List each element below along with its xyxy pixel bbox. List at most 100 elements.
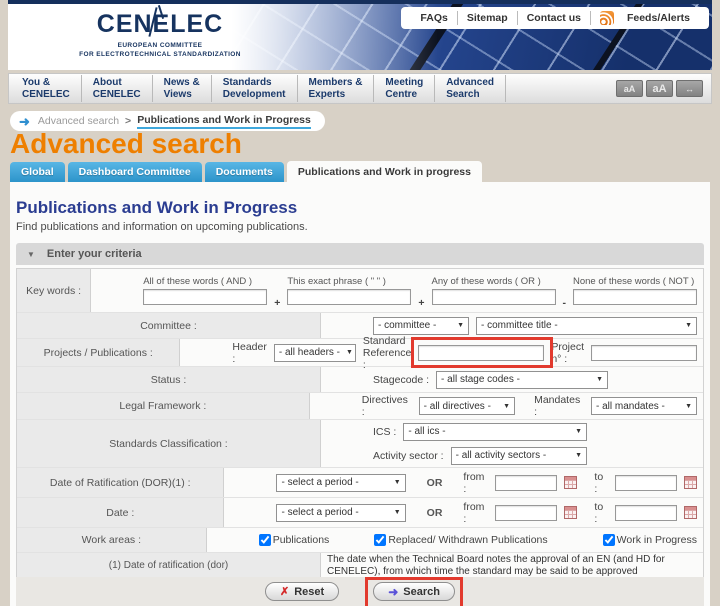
- chevron-down-icon: ▼: [685, 402, 692, 410]
- legal-framework-label: Legal Framework :: [17, 393, 310, 419]
- contact-us-link[interactable]: Contact us: [518, 12, 590, 24]
- tab-documents[interactable]: Documents: [204, 162, 284, 182]
- chevron-down-icon: ▼: [575, 428, 582, 435]
- work-area-replaced-withdrawn: Replaced/ Withdrawn Publications: [374, 534, 548, 546]
- tab-global[interactable]: Global: [10, 162, 65, 182]
- date-to-input[interactable]: [615, 504, 678, 521]
- nav-item-advanced-search[interactable]: Advanced Search: [435, 75, 506, 102]
- tab-dashboard-committee[interactable]: Dashboard Committee: [67, 162, 202, 182]
- dor-from-label: from :: [463, 470, 485, 495]
- date-or-label: OR: [426, 506, 443, 519]
- publications-checkbox[interactable]: [258, 534, 271, 546]
- header-select[interactable]: - all headers - ▼: [273, 343, 356, 362]
- keywords-phrase-group: This exact phrase ( " " ): [287, 276, 412, 305]
- committee-label: Committee :: [17, 313, 321, 338]
- form-actions-bar: ✗ Reset ➜ Search: [16, 577, 704, 606]
- form-row-footnote: (1) Date of ratification (dor) The date …: [17, 553, 703, 578]
- form-row-date: Date : - select a period - ▼ OR from : to…: [17, 498, 703, 528]
- keywords-not-input[interactable]: [573, 289, 697, 305]
- chevron-down-icon: ▼: [685, 322, 692, 329]
- search-button[interactable]: ➜ Search: [373, 582, 455, 601]
- page-title: Advanced search: [10, 128, 242, 159]
- rss-feed-icon[interactable]: [599, 11, 614, 25]
- stagecode-select[interactable]: - all stage codes - ▼: [436, 370, 609, 389]
- nav-item-members-experts[interactable]: Members & Experts: [298, 75, 375, 102]
- content-panel: Publications and Work in Progress Find p…: [10, 182, 710, 606]
- standard-reference-input[interactable]: [418, 344, 545, 361]
- form-row-keywords: Key words : All of these words ( AND ) +…: [17, 269, 703, 313]
- breadcrumb-arrow-icon: ➜: [19, 113, 30, 129]
- calendar-icon[interactable]: [564, 506, 578, 519]
- faqs-link[interactable]: FAQs: [411, 12, 456, 24]
- form-row-date-of-ratification: Date of Ratification (DOR)(1) : - select…: [17, 468, 703, 498]
- nav-item-standards-development[interactable]: Standards Development: [212, 75, 298, 102]
- keywords-phrase-input[interactable]: [287, 289, 412, 305]
- chevron-down-icon: ▼: [575, 452, 582, 459]
- work-in-progress-checkbox[interactable]: [602, 534, 615, 546]
- date-from-label: from :: [463, 500, 485, 525]
- replaced-withdrawn-checkbox[interactable]: [374, 534, 387, 546]
- footnote-label: (1) Date of ratification (dor): [17, 553, 321, 578]
- accessibility-tools: aA aA ↔: [616, 80, 711, 97]
- keywords-separator: +: [274, 297, 281, 309]
- tab-publications-work-in-progress[interactable]: Publications and Work in progress: [286, 161, 482, 182]
- criteria-title: Enter your criteria: [46, 248, 142, 260]
- collapse-triangle-icon: ▼: [27, 249, 35, 259]
- dor-to-input[interactable]: [615, 474, 678, 491]
- chevron-down-icon: ▼: [393, 479, 401, 486]
- projects-publications-label: Projects / Publications :: [17, 339, 181, 366]
- project-number-label: Project n° :: [551, 340, 584, 365]
- calendar-icon[interactable]: [564, 476, 578, 489]
- committee-title-select[interactable]: - committee title - ▼: [476, 316, 697, 335]
- keywords-or-group: Any of these words ( OR ): [431, 276, 556, 305]
- date-from-input[interactable]: [495, 504, 558, 521]
- page: CENELEC EUROPEAN COMMITTEE FOR ELECTROTE…: [0, 0, 720, 606]
- directives-select[interactable]: - all directives - ▼: [418, 397, 516, 415]
- font-size-increase-button[interactable]: aA: [646, 80, 673, 97]
- work-areas-label: Work areas :: [17, 528, 207, 552]
- keywords-label: Key words :: [17, 269, 92, 312]
- activity-sector-select[interactable]: - all activity sectors - ▼: [450, 446, 587, 465]
- breadcrumb-parent-link[interactable]: Advanced search: [38, 115, 119, 127]
- project-number-input[interactable]: [591, 344, 697, 361]
- chevron-down-icon: ▼: [596, 376, 604, 383]
- nav-item-about-cenelec[interactable]: About CENELEC: [82, 75, 153, 102]
- dor-period-select[interactable]: - select a period - ▼: [276, 473, 406, 492]
- font-size-decrease-button[interactable]: aA: [616, 80, 643, 97]
- footnote-text: The date when the Technical Board notes …: [327, 554, 665, 577]
- dor-or-label: OR: [426, 476, 443, 489]
- criteria-collapse-header[interactable]: ▼ Enter your criteria: [16, 243, 704, 265]
- nav-item-meeting-centre[interactable]: Meeting Centre: [374, 75, 436, 102]
- stagecode-label: Stagecode :: [373, 373, 430, 386]
- mandates-select[interactable]: - all mandates - ▼: [590, 397, 697, 415]
- form-row-status: Status : Stagecode : - all stage codes -…: [17, 367, 703, 393]
- form-row-standards-classification: Standards Classification : ICS : - all i…: [17, 420, 703, 468]
- date-period-select[interactable]: - select a period - ▼: [276, 503, 406, 522]
- page-width-toggle-button[interactable]: ↔: [676, 80, 703, 97]
- keywords-separator: +: [418, 297, 425, 309]
- feeds-alerts-link[interactable]: Feeds/Alerts: [618, 12, 699, 24]
- keywords-and-input[interactable]: [143, 289, 268, 305]
- reset-button[interactable]: ✗ Reset: [265, 582, 340, 601]
- publications-checkbox-label: Publications: [272, 534, 330, 546]
- calendar-icon[interactable]: [684, 506, 698, 519]
- ics-select[interactable]: - all ics - ▼: [403, 422, 587, 441]
- replaced-withdrawn-checkbox-label: Replaced/ Withdrawn Publications: [388, 534, 548, 546]
- search-arrow-icon: ➜: [388, 584, 399, 599]
- work-area-work-in-progress: Work in Progress: [602, 534, 697, 546]
- sitemap-link[interactable]: Sitemap: [458, 12, 517, 24]
- standards-classification-label: Standards Classification :: [17, 420, 321, 467]
- ics-label: ICS :: [373, 425, 397, 438]
- keywords-or-input[interactable]: [431, 289, 556, 305]
- dor-to-label: to :: [594, 470, 604, 495]
- calendar-icon[interactable]: [684, 476, 698, 489]
- nav-item-you-cenelec[interactable]: You & CENELEC: [11, 75, 82, 102]
- keywords-and-label: All of these words ( AND ): [143, 276, 252, 287]
- nav-item-news-views[interactable]: News & Views: [153, 75, 212, 102]
- logo-wordmark: CENELEC: [40, 5, 280, 37]
- divider: [589, 11, 591, 25]
- dor-from-input[interactable]: [495, 474, 558, 491]
- committee-select[interactable]: - committee - ▼: [373, 316, 469, 335]
- cenelec-logo[interactable]: CENELEC EUROPEAN COMMITTEE FOR ELECTROTE…: [40, 5, 280, 59]
- criteria-form: Key words : All of these words ( AND ) +…: [16, 268, 704, 579]
